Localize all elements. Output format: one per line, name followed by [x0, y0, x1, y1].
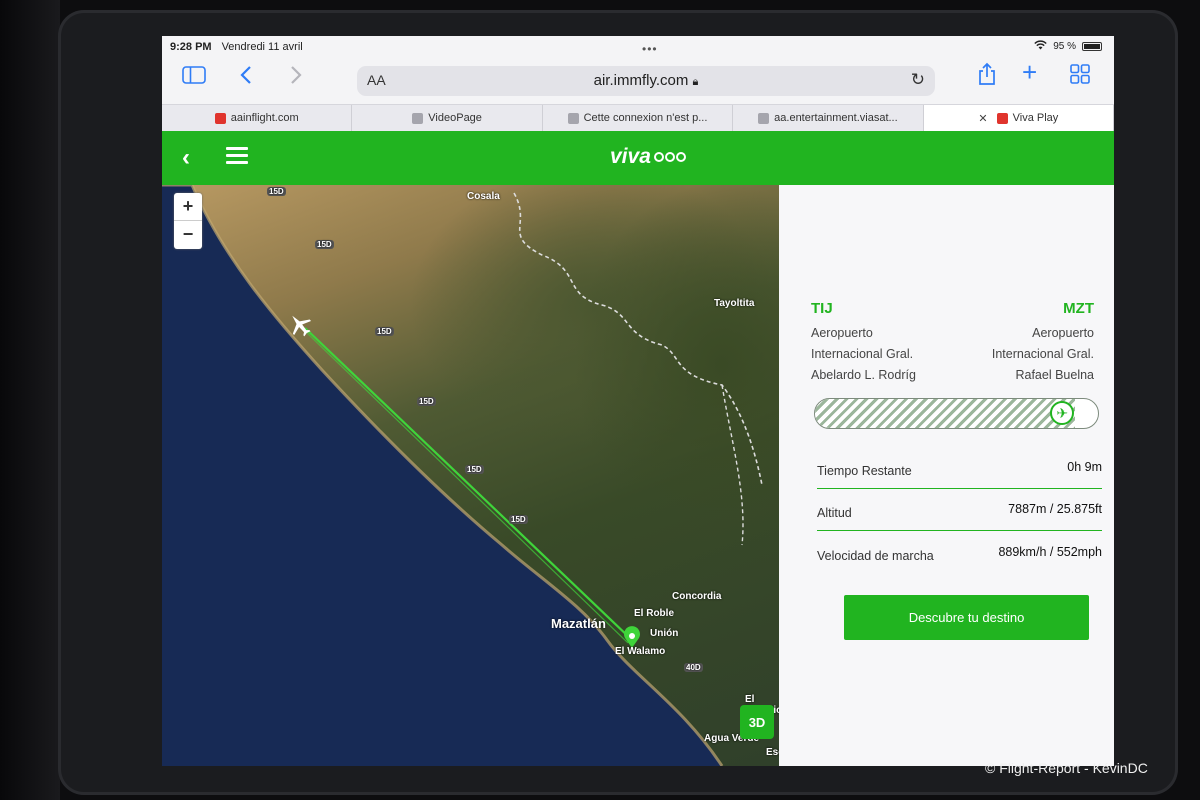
discover-destination-button[interactable]: Descubre tu destino — [844, 595, 1089, 640]
aa-favicon-icon — [214, 112, 226, 124]
viva-logo: viva — [610, 145, 687, 169]
app-header: ‹ viva — [162, 131, 1114, 185]
destination-pin-icon — [624, 626, 640, 648]
flight-info-panel: TIJ MZT Aeropuerto Internacional Gral. A… — [779, 185, 1114, 766]
v-favicon-icon — [412, 112, 424, 124]
origin-airport-name: Aeropuerto Internacional Gral. Abelardo … — [811, 326, 916, 382]
sidebar-icon[interactable] — [182, 66, 206, 88]
place-label: Concordia — [672, 591, 722, 602]
place-label: Mazatlán — [551, 616, 606, 631]
multitasking-dots[interactable]: ••• — [642, 42, 658, 56]
status-time: 9:28 PM — [170, 41, 212, 53]
warning-favicon-icon — [567, 112, 579, 124]
stat-ground-speed: Velocidad de marcha 889km/h / 552mph — [817, 545, 1102, 563]
place-label: Tayoltita — [714, 298, 755, 309]
battery-icon — [1082, 42, 1102, 51]
status-indicators: 95 % — [1034, 40, 1102, 53]
destination-airport-name: Aeropuerto Internacional Gral. Rafael Bu… — [991, 326, 1094, 382]
place-label: Cosala — [467, 191, 500, 202]
map-terrain — [162, 185, 763, 766]
highway-shield: 15D — [417, 397, 436, 406]
viva-favicon-icon — [996, 112, 1008, 124]
highway-shield: 15D — [465, 465, 484, 474]
close-tab-icon[interactable]: ✕ — [978, 112, 987, 125]
address-bar[interactable]: AA air.immfly.com 🔒︎ ↻ — [357, 66, 935, 96]
share-icon[interactable] — [977, 62, 997, 90]
status-bar: 9:28 PM Vendredi 11 avril ••• 95 % — [162, 36, 1114, 58]
zoom-out-button[interactable]: − — [174, 221, 202, 249]
v-favicon-icon — [758, 112, 770, 124]
status-date: Vendredi 11 avril — [221, 41, 303, 53]
flight-map[interactable]: + − Cosala Tayoltita Concordia El Roble … — [162, 185, 779, 766]
place-label: Escu — [766, 747, 779, 758]
zoom-in-button[interactable]: + — [174, 193, 202, 221]
highway-shield: 15D — [375, 327, 394, 336]
tab-overview-icon[interactable] — [1070, 64, 1090, 88]
battery-percent: 95 % — [1053, 41, 1076, 52]
tab-videopage[interactable]: VideoPage — [352, 105, 543, 131]
progress-fill — [815, 399, 1076, 428]
forward-arrow-icon[interactable] — [290, 65, 302, 89]
menu-icon[interactable] — [226, 147, 248, 165]
photo-credit: © Flight-Report - KévinDC — [985, 760, 1148, 776]
highway-shield: 15D — [267, 187, 286, 196]
tablet-left-bezel — [0, 0, 60, 800]
highway-shield: 15D — [315, 240, 334, 249]
new-tab-icon[interactable]: + — [1022, 59, 1037, 85]
plane-progress-icon: ✈︎ — [1050, 401, 1075, 425]
place-label: El Walamo — [615, 646, 666, 657]
tab-aainflight[interactable]: aainflight.com — [162, 105, 353, 131]
wifi-icon — [1034, 40, 1047, 53]
stat-time-remaining: Tiempo Restante 0h 9m — [817, 447, 1102, 489]
tab-viasat[interactable]: aa.entertainment.viasat... — [733, 105, 924, 131]
tab-viva-play[interactable]: ✕ Viva Play — [923, 105, 1114, 131]
zoom-control: + − — [174, 193, 202, 249]
lock-icon: 🔒︎ — [692, 76, 699, 88]
highway-shield: 15D — [509, 515, 528, 524]
place-label: Unión — [650, 628, 679, 639]
origin-code: TIJ — [811, 300, 833, 317]
highway-shield: 40D — [684, 663, 703, 672]
reload-icon[interactable]: ↻ — [911, 70, 925, 90]
3d-view-button[interactable]: 3D — [740, 705, 774, 739]
stat-altitude: Altitud 7887m / 25.875ft — [817, 489, 1102, 531]
tab-connection-warning[interactable]: Cette connexion n'est p... — [543, 105, 734, 131]
tablet-screen: 9:28 PM Vendredi 11 avril ••• 95 % + AA … — [162, 36, 1114, 766]
back-icon[interactable]: ‹ — [182, 144, 190, 172]
url-text: air.immfly.com 🔒︎ — [593, 72, 699, 89]
destination-code: MZT — [1063, 300, 1094, 317]
tab-bar: aainflight.com VideoPage Cette connexion… — [162, 104, 1114, 131]
place-label: El Roble — [634, 608, 675, 619]
back-arrow-icon[interactable] — [240, 65, 252, 89]
